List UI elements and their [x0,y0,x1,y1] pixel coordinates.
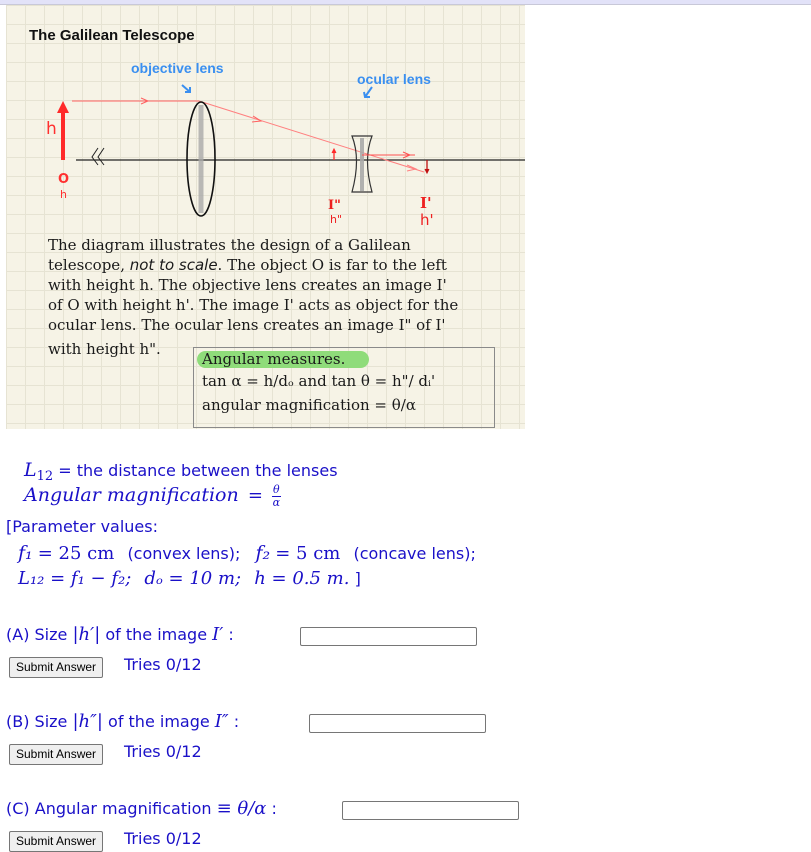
refracted-ray [198,100,425,173]
telescope-diagram-figure: The Galilean Telescope objective lens oc… [6,5,525,429]
desc-line: with height h. The objective lens create… [48,276,447,294]
image1-height-label: h' [420,211,434,229]
theta-over-alpha-fraction: θα [272,483,281,509]
question-b-answer-input[interactable] [309,714,486,733]
parameters-header: [Parameter values: [6,517,158,536]
question-c-answer-input[interactable] [342,801,519,820]
angular-magnification-formula: angular magnification = θ/α [202,396,416,414]
question-c-tries: Tries 0/12 [124,829,202,848]
question-c-label: (C) Angular magnification ≡ θ/α : [6,798,277,819]
angular-measures-title: Angular measures. [202,350,346,368]
image2-label: I" [328,198,341,213]
object-arrow-head [57,101,69,113]
objective-pointer-icon [181,84,191,93]
l12-definition: L12 = the distance between the lenses [24,459,338,485]
desc-line: telescope, not to scale. The object O is… [48,256,447,274]
object-height-label: h [46,119,57,139]
question-a-answer-input[interactable] [300,627,477,646]
axis-break-icon [91,147,105,166]
ocular-pointer-icon [363,86,373,98]
desc-line: of O with height h'. The image I' acts a… [48,296,459,314]
image1-label: I' [420,194,432,212]
question-c-submit-button[interactable]: Submit Answer [9,831,104,852]
question-b-submit-button[interactable]: Submit Answer [9,744,104,765]
angular-measures-formula: tan α = h/dₒ and tan θ = h"/ dᵢ' [202,372,436,390]
angular-magnification-definition: Angular magnification = θα [24,483,281,509]
object-sub-label: h [60,188,67,201]
desc-line: ocular lens. The ocular lens creates an … [48,316,446,334]
optics-diagram: h O h I" h" I' h' [46,84,525,229]
question-b-label: (B) Size |h″| of the image I″ : [6,711,240,732]
figure-description: The diagram illustrates the design of a … [48,235,498,359]
parameters-line-2: L₁₂ = f₁ − f₂; dₒ = 10 m; h = 0.5 m. ] [18,568,361,589]
question-b-tries: Tries 0/12 [124,742,202,761]
parameters-line-1: f₁ = 25 cm (convex lens); f₂ = 5 cm (con… [18,542,476,564]
angular-measures-box: Angular measures. tan α = h/dₒ and tan θ… [193,347,495,428]
question-a-tries: Tries 0/12 [124,655,202,674]
question-a-label: (A) Size |h′| of the image I′ : [6,624,234,645]
object-label: O [58,172,69,187]
image2-height-label: h" [330,213,342,226]
desc-line: The diagram illustrates the design of a … [48,236,411,254]
question-a-submit-button[interactable]: Submit Answer [9,657,104,678]
